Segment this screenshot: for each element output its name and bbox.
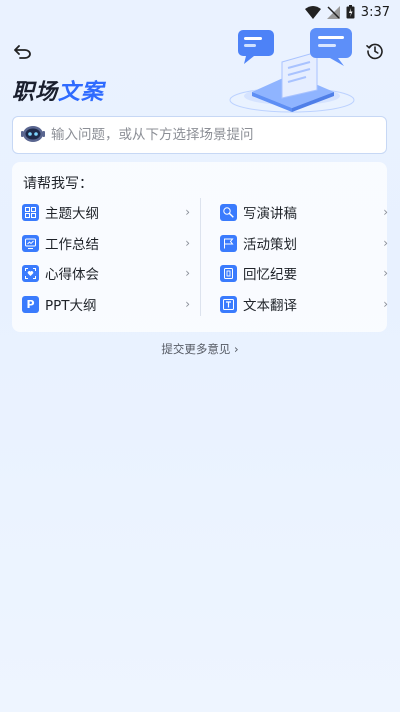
column-divider	[200, 198, 201, 316]
item-meeting-minutes[interactable]: 回忆纪要 ›	[220, 261, 388, 285]
chevron-right-icon: ›	[383, 205, 388, 219]
item-label: 活动策划	[243, 237, 297, 253]
item-text-translation[interactable]: 文本翻译 ›	[220, 292, 388, 316]
item-label: 文本翻译	[243, 298, 297, 314]
p-letter-icon: P	[22, 295, 39, 313]
chevron-right-icon: ›	[383, 266, 388, 280]
chevron-right-icon: ›	[383, 236, 388, 250]
item-work-summary[interactable]: 工作总结 ›	[22, 231, 190, 255]
item-label: 工作总结	[45, 237, 99, 253]
chevron-right-icon: ›	[185, 205, 190, 219]
item-reflections[interactable]: 心得体会 ›	[22, 261, 190, 285]
item-label: 心得体会	[45, 267, 99, 283]
monitor-icon	[22, 234, 39, 252]
item-speech-draft[interactable]: 写演讲稿 ›	[220, 200, 388, 224]
battery-icon	[346, 5, 355, 19]
grid-icon	[22, 203, 39, 221]
item-label: 写演讲稿	[243, 206, 297, 222]
t-letter-icon	[220, 295, 237, 313]
chevron-right-icon: ›	[185, 266, 190, 280]
page-title-part2: 文案	[58, 80, 105, 105]
search-input[interactable]	[51, 127, 386, 143]
item-event-planning[interactable]: 活动策划 ›	[220, 231, 388, 255]
page-title: 职场文案	[12, 74, 104, 106]
item-label: PPT大纲	[45, 298, 97, 314]
wifi-icon	[304, 5, 321, 19]
item-ppt-outline[interactable]: P PPT大纲 ›	[22, 292, 190, 316]
item-label: 回忆纪要	[243, 267, 297, 283]
back-button[interactable]	[12, 42, 34, 64]
signal-icon	[326, 5, 340, 19]
p-letter-glyph: P	[26, 297, 35, 311]
flag-icon	[220, 234, 237, 252]
chevron-right-icon: ›	[383, 297, 388, 311]
heart-frame-icon	[22, 264, 39, 282]
page-title-part1: 职场	[12, 80, 59, 105]
chevron-right-icon: ›	[185, 297, 190, 311]
search-box[interactable]	[12, 116, 387, 154]
document-icon	[220, 264, 237, 282]
feedback-link[interactable]: 提交更多意见 ›	[0, 341, 400, 357]
item-label: 主题大纲	[45, 206, 99, 222]
writing-scenarios-card: 请帮我写： 主题大纲 › 工作总结 › 心得体会 › P PPT大纲 › 写演讲…	[12, 162, 388, 332]
microphone-icon	[220, 203, 237, 221]
robot-avatar-icon	[21, 123, 45, 147]
chevron-right-icon: ›	[185, 236, 190, 250]
back-arrow-icon	[14, 44, 32, 63]
item-topic-outline[interactable]: 主题大纲 ›	[22, 200, 190, 224]
status-bar: 3:37	[0, 0, 400, 24]
hero-illustration	[222, 22, 372, 114]
status-time: 3:37	[360, 4, 390, 20]
card-title: 请帮我写：	[23, 176, 93, 192]
